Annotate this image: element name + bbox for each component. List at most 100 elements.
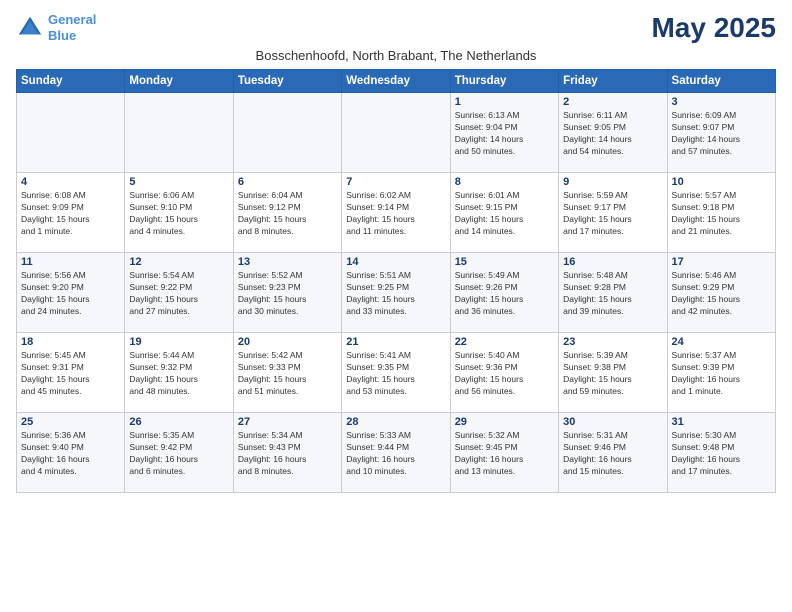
calendar-cell	[233, 93, 341, 173]
day-number: 28	[346, 416, 445, 428]
week-row-2: 4 Sunrise: 6:08 AM Sunset: 9:09 PM Daylig…	[17, 173, 776, 253]
day-number: 16	[563, 256, 662, 268]
weekday-header-saturday: Saturday	[667, 70, 775, 93]
day-info: Sunrise: 6:11 AM Sunset: 9:05 PM Dayligh…	[563, 110, 662, 158]
calendar-cell	[342, 93, 450, 173]
calendar-cell: 1 Sunrise: 6:13 AM Sunset: 9:04 PM Daylig…	[450, 93, 558, 173]
week-row-1: 1 Sunrise: 6:13 AM Sunset: 9:04 PM Daylig…	[17, 93, 776, 173]
day-info: Sunrise: 6:09 AM Sunset: 9:07 PM Dayligh…	[672, 110, 771, 158]
calendar-cell: 21 Sunrise: 5:41 AM Sunset: 9:35 PM Dayli…	[342, 333, 450, 413]
calendar-cell: 2Sunrise: 6:11 AM Sunset: 9:05 PM Daylig…	[559, 93, 667, 173]
page: General Blue May 2025 Bosschenhoofd, Nor…	[0, 0, 792, 612]
calendar-cell: 13 Sunrise: 5:52 AM Sunset: 9:23 PM Dayli…	[233, 253, 341, 333]
day-number: 15	[455, 256, 554, 268]
calendar-cell: 29 Sunrise: 5:32 AM Sunset: 9:45 PM Dayli…	[450, 413, 558, 493]
day-number: 12	[129, 256, 228, 268]
day-info: Sunrise: 5:30 AM Sunset: 9:48 PM Dayligh…	[672, 430, 771, 478]
day-number: 21	[346, 336, 445, 348]
day-info: Sunrise: 5:49 AM Sunset: 9:26 PM Dayligh…	[455, 270, 554, 318]
day-number: 1	[455, 96, 554, 108]
day-number: 5	[129, 176, 228, 188]
day-info: Sunrise: 5:54 AM Sunset: 9:22 PM Dayligh…	[129, 270, 228, 318]
day-info: Sunrise: 5:39 AM Sunset: 9:38 PM Dayligh…	[563, 350, 662, 398]
day-info: Sunrise: 5:52 AM Sunset: 9:23 PM Dayligh…	[238, 270, 337, 318]
day-number: 7	[346, 176, 445, 188]
day-info: Sunrise: 6:01 AM Sunset: 9:15 PM Dayligh…	[455, 190, 554, 238]
weekday-header-friday: Friday	[559, 70, 667, 93]
calendar-cell: 22 Sunrise: 5:40 AM Sunset: 9:36 PM Dayli…	[450, 333, 558, 413]
day-info: Sunrise: 5:35 AM Sunset: 9:42 PM Dayligh…	[129, 430, 228, 478]
location: Bosschenhoofd, North Brabant, The Nether…	[16, 48, 776, 63]
weekday-header-row: SundayMondayTuesdayWednesdayThursdayFrid…	[17, 70, 776, 93]
day-number: 11	[21, 256, 120, 268]
day-number: 9	[563, 176, 662, 188]
day-number: 20	[238, 336, 337, 348]
day-info: Sunrise: 5:33 AM Sunset: 9:44 PM Dayligh…	[346, 430, 445, 478]
day-number: 27	[238, 416, 337, 428]
header: General Blue May 2025	[16, 12, 776, 44]
calendar-cell: 26 Sunrise: 5:35 AM Sunset: 9:42 PM Dayli…	[125, 413, 233, 493]
calendar-cell: 27 Sunrise: 5:34 AM Sunset: 9:43 PM Dayli…	[233, 413, 341, 493]
weekday-header-tuesday: Tuesday	[233, 70, 341, 93]
calendar-cell: 19 Sunrise: 5:44 AM Sunset: 9:32 PM Dayli…	[125, 333, 233, 413]
calendar-cell: 12 Sunrise: 5:54 AM Sunset: 9:22 PM Dayli…	[125, 253, 233, 333]
calendar-cell: 24 Sunrise: 5:37 AM Sunset: 9:39 PM Dayli…	[667, 333, 775, 413]
calendar-cell: 23Sunrise: 5:39 AM Sunset: 9:38 PM Dayli…	[559, 333, 667, 413]
day-info: Sunrise: 5:37 AM Sunset: 9:39 PM Dayligh…	[672, 350, 771, 398]
day-info: Sunrise: 5:32 AM Sunset: 9:45 PM Dayligh…	[455, 430, 554, 478]
day-info: Sunrise: 5:41 AM Sunset: 9:35 PM Dayligh…	[346, 350, 445, 398]
day-number: 24	[672, 336, 771, 348]
week-row-3: 11 Sunrise: 5:56 AM Sunset: 9:20 PM Dayli…	[17, 253, 776, 333]
day-number: 29	[455, 416, 554, 428]
day-number: 18	[21, 336, 120, 348]
day-info: Sunrise: 6:04 AM Sunset: 9:12 PM Dayligh…	[238, 190, 337, 238]
calendar-cell	[125, 93, 233, 173]
weekday-header-sunday: Sunday	[17, 70, 125, 93]
day-info: Sunrise: 5:48 AM Sunset: 9:28 PM Dayligh…	[563, 270, 662, 318]
day-info: Sunrise: 6:02 AM Sunset: 9:14 PM Dayligh…	[346, 190, 445, 238]
day-info: Sunrise: 6:08 AM Sunset: 9:09 PM Dayligh…	[21, 190, 120, 238]
calendar-cell: 6 Sunrise: 6:04 AM Sunset: 9:12 PM Daylig…	[233, 173, 341, 253]
day-number: 26	[129, 416, 228, 428]
calendar-cell: 16 Sunrise: 5:48 AM Sunset: 9:28 PM Dayli…	[559, 253, 667, 333]
day-info: Sunrise: 5:44 AM Sunset: 9:32 PM Dayligh…	[129, 350, 228, 398]
calendar-cell: 17Sunrise: 5:46 AM Sunset: 9:29 PM Dayli…	[667, 253, 775, 333]
day-info: Sunrise: 5:34 AM Sunset: 9:43 PM Dayligh…	[238, 430, 337, 478]
day-info: Sunrise: 5:57 AM Sunset: 9:18 PM Dayligh…	[672, 190, 771, 238]
logo-text: General Blue	[48, 12, 96, 43]
calendar-cell: 20 Sunrise: 5:42 AM Sunset: 9:33 PM Dayli…	[233, 333, 341, 413]
logo: General Blue	[16, 12, 96, 43]
day-number: 13	[238, 256, 337, 268]
calendar-cell: 15 Sunrise: 5:49 AM Sunset: 9:26 PM Dayli…	[450, 253, 558, 333]
day-info: Sunrise: 5:56 AM Sunset: 9:20 PM Dayligh…	[21, 270, 120, 318]
logo-line1: General	[48, 12, 96, 27]
day-number: 6	[238, 176, 337, 188]
month-title: May 2025	[651, 12, 776, 44]
calendar-cell: 30Sunrise: 5:31 AM Sunset: 9:46 PM Dayli…	[559, 413, 667, 493]
day-number: 19	[129, 336, 228, 348]
day-info: Sunrise: 5:42 AM Sunset: 9:33 PM Dayligh…	[238, 350, 337, 398]
calendar-cell: 4 Sunrise: 6:08 AM Sunset: 9:09 PM Daylig…	[17, 173, 125, 253]
calendar-cell: 25Sunrise: 5:36 AM Sunset: 9:40 PM Dayli…	[17, 413, 125, 493]
day-info: Sunrise: 5:31 AM Sunset: 9:46 PM Dayligh…	[563, 430, 662, 478]
calendar-cell: 3 Sunrise: 6:09 AM Sunset: 9:07 PM Daylig…	[667, 93, 775, 173]
day-info: Sunrise: 6:06 AM Sunset: 9:10 PM Dayligh…	[129, 190, 228, 238]
day-info: Sunrise: 5:59 AM Sunset: 9:17 PM Dayligh…	[563, 190, 662, 238]
calendar-cell: 28 Sunrise: 5:33 AM Sunset: 9:44 PM Dayli…	[342, 413, 450, 493]
day-number: 3	[672, 96, 771, 108]
day-info: Sunrise: 5:40 AM Sunset: 9:36 PM Dayligh…	[455, 350, 554, 398]
day-number: 22	[455, 336, 554, 348]
weekday-header-thursday: Thursday	[450, 70, 558, 93]
day-number: 25	[21, 416, 120, 428]
day-info: Sunrise: 6:13 AM Sunset: 9:04 PM Dayligh…	[455, 110, 554, 158]
day-number: 4	[21, 176, 120, 188]
calendar-cell: 11 Sunrise: 5:56 AM Sunset: 9:20 PM Dayli…	[17, 253, 125, 333]
day-number: 10	[672, 176, 771, 188]
calendar-cell: 8Sunrise: 6:01 AM Sunset: 9:15 PM Daylig…	[450, 173, 558, 253]
weekday-header-wednesday: Wednesday	[342, 70, 450, 93]
title-block: May 2025	[651, 12, 776, 44]
logo-line2: Blue	[48, 28, 76, 43]
day-number: 17	[672, 256, 771, 268]
calendar-cell: 10 Sunrise: 5:57 AM Sunset: 9:18 PM Dayli…	[667, 173, 775, 253]
calendar-cell: 9 Sunrise: 5:59 AM Sunset: 9:17 PM Daylig…	[559, 173, 667, 253]
